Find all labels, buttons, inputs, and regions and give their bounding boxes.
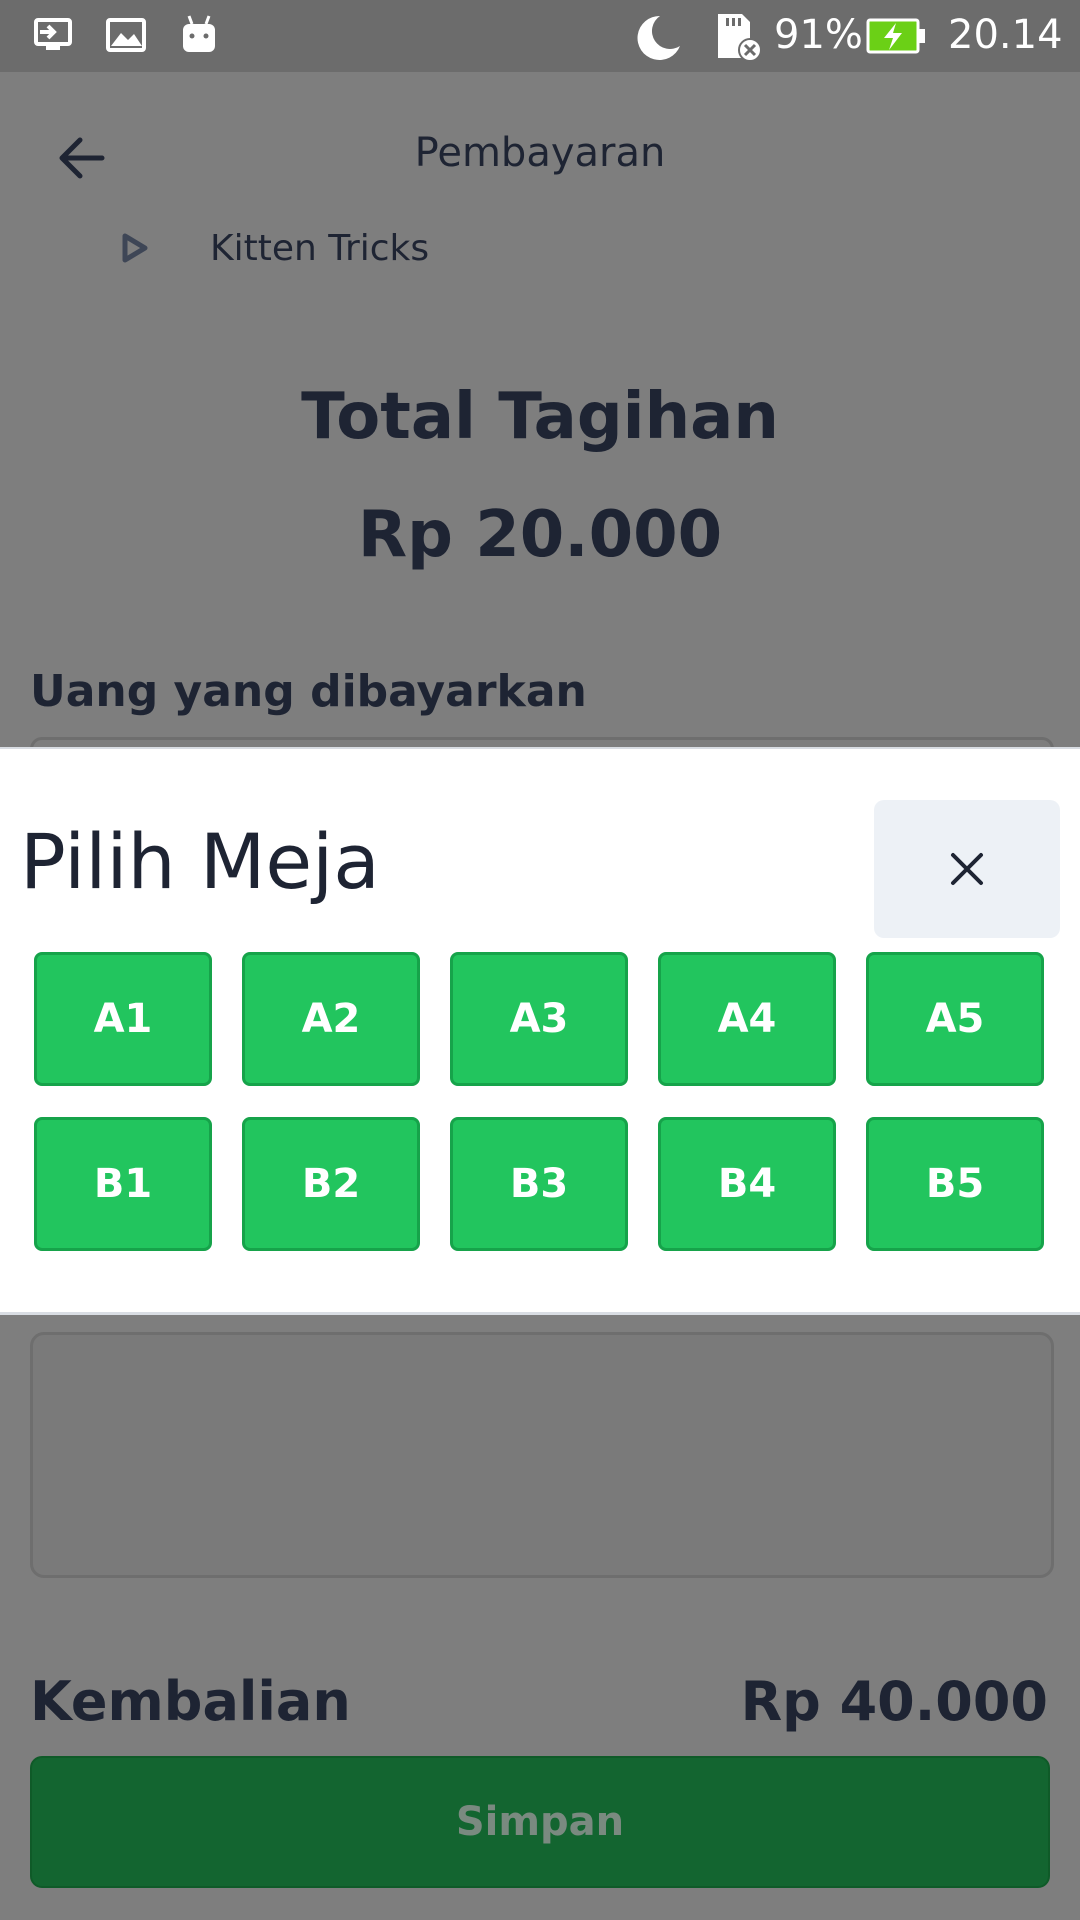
table-button-a3[interactable]: A3: [450, 952, 628, 1086]
clock: 20.14: [948, 12, 1063, 58]
image-icon: [106, 18, 146, 52]
moon-icon: [637, 15, 680, 60]
table-button-b4[interactable]: B4: [658, 1117, 836, 1251]
sdcard-error-icon: [718, 14, 762, 62]
paid-amount-label: Uang yang dibayarkan: [30, 666, 587, 717]
table-button-b2[interactable]: B2: [242, 1117, 420, 1251]
change-amount: Rp 40.000: [740, 1670, 1048, 1733]
close-icon: [951, 853, 983, 885]
screen-share-icon: [34, 18, 72, 50]
android-icon: [183, 15, 215, 52]
table-button-a4[interactable]: A4: [658, 952, 836, 1086]
total-title: Total Tagihan: [301, 380, 779, 454]
battery-percent: 91%: [774, 12, 863, 58]
subnav-label: Kitten Tricks: [210, 228, 430, 269]
close-button[interactable]: [874, 800, 1060, 938]
total-amount: Rp 20.000: [357, 498, 723, 572]
page-title: Pembayaran: [414, 130, 666, 176]
change-label: Kembalian: [30, 1670, 351, 1733]
play-icon: [122, 233, 148, 263]
table-button-b3[interactable]: B3: [450, 1117, 628, 1251]
modal-title: Pilih Meja: [20, 817, 380, 906]
battery-charging-icon: [866, 18, 925, 54]
status-bar: 91% 20.14: [0, 0, 1080, 72]
table-button-b5[interactable]: B5: [866, 1117, 1044, 1251]
table-button-a1[interactable]: A1: [34, 952, 212, 1086]
notes-textarea[interactable]: [30, 1332, 1054, 1578]
table-button-a2[interactable]: A2: [242, 952, 420, 1086]
save-button[interactable]: Simpan: [30, 1756, 1050, 1888]
table-picker-modal: Pilih Meja A1 A2 A3 A4 A5 B1 B2 B3 B4 B5: [0, 747, 1080, 1315]
table-button-b1[interactable]: B1: [34, 1117, 212, 1251]
table-button-a5[interactable]: A5: [866, 952, 1044, 1086]
